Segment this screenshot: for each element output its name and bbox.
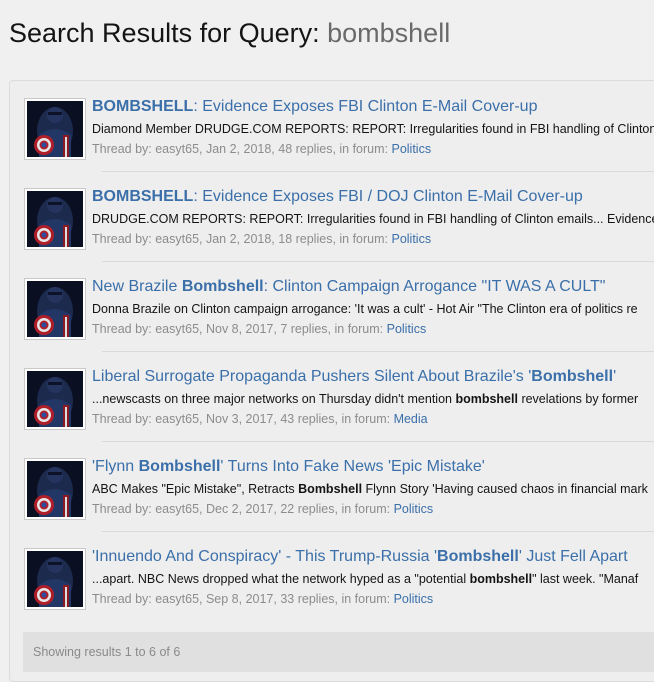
divider: [102, 171, 654, 172]
result-title[interactable]: New Brazile Bombshell: Clinton Campaign …: [92, 277, 605, 297]
result-forum-link[interactable]: Politics: [394, 592, 434, 606]
result-meta-label: Thread by:: [92, 412, 156, 426]
search-query: bombshell: [327, 18, 451, 49]
result-snippet-text: ABC Makes "Epic Mistake", Retracts: [92, 482, 299, 496]
divider: [102, 351, 654, 352]
result-meta: Thread by: easyt65, Dec 2, 2017, 22 repl…: [92, 501, 433, 518]
result-meta-label: Thread by:: [92, 322, 156, 336]
result-meta-details: , Jan 2, 2018, 48 replies, in forum:: [199, 142, 392, 156]
result-title[interactable]: 'Flynn Bombshell' Turns Into Fake News '…: [92, 457, 485, 477]
result-meta-details: , Dec 2, 2017, 22 replies, in forum:: [199, 502, 394, 516]
result-snippet-text: Flynn Story 'Having caused chaos in fina…: [362, 482, 648, 496]
result-author[interactable]: easyt65: [155, 322, 199, 336]
result-title-text[interactable]: : Evidence Exposes FBI / DOJ Clinton E-M…: [193, 188, 582, 205]
result-meta: Thread by: easyt65, Nov 3, 2017, 43 repl…: [92, 411, 428, 428]
results-count-text: Showing results 1 to 6 of 6: [33, 645, 181, 659]
result-meta: Thread by: easyt65, Sep 8, 2017, 33 repl…: [92, 591, 433, 608]
results-footer: Showing results 1 to 6 of 6: [23, 632, 654, 672]
captain-america-avatar-icon: [27, 101, 83, 157]
divider: [102, 261, 654, 262]
result-title-text[interactable]: New Brazile: [92, 278, 182, 295]
result-title-text[interactable]: 'Flynn: [92, 458, 139, 475]
search-result: 'Innuendo And Conspiracy' - This Trump-R…: [22, 531, 654, 621]
result-snippet: ...newscasts on three major networks on …: [92, 391, 638, 408]
search-result: 'Flynn Bombshell' Turns Into Fake News '…: [22, 441, 654, 531]
result-author[interactable]: easyt65: [155, 592, 199, 606]
result-snippet: DRUDGE.COM REPORTS: REPORT: Irregulariti…: [92, 211, 654, 228]
avatar[interactable]: [24, 548, 86, 610]
result-snippet-text: " last week. "Manaf: [532, 572, 639, 586]
result-meta: Thread by: easyt65, Jan 2, 2018, 18 repl…: [92, 231, 431, 248]
result-title-match[interactable]: Bombshell: [182, 278, 264, 295]
result-title-text[interactable]: : Clinton Campaign Arrogance "IT WAS A C…: [264, 278, 606, 295]
captain-america-avatar-icon: [27, 461, 83, 517]
result-snippet: Diamond Member DRUDGE.COM REPORTS: REPOR…: [92, 121, 654, 138]
avatar[interactable]: [24, 98, 86, 160]
result-forum-link[interactable]: Politics: [394, 502, 434, 516]
result-meta-label: Thread by:: [92, 592, 156, 606]
result-meta-details: , Nov 3, 2017, 43 replies, in forum:: [199, 412, 394, 426]
captain-america-avatar-icon: [27, 371, 83, 427]
result-title-match[interactable]: BOMBSHELL: [92, 98, 193, 115]
result-title-match[interactable]: Bombshell: [437, 548, 519, 565]
result-title-match[interactable]: BOMBSHELL: [92, 188, 193, 205]
search-result: New Brazile Bombshell: Clinton Campaign …: [22, 261, 654, 351]
result-meta-details: , Nov 8, 2017, 7 replies, in forum:: [199, 322, 387, 336]
result-title[interactable]: BOMBSHELL: Evidence Exposes FBI / DOJ Cl…: [92, 187, 583, 207]
avatar[interactable]: [24, 458, 86, 520]
result-snippet-match: bombshell: [469, 572, 533, 586]
search-result: Liberal Surrogate Propaganda Pushers Sil…: [22, 351, 654, 441]
result-forum-link[interactable]: Politics: [387, 322, 427, 336]
result-author[interactable]: easyt65: [155, 232, 199, 246]
result-snippet-text: revelations by former: [517, 392, 639, 406]
result-snippet: ABC Makes "Epic Mistake", Retracts Bombs…: [92, 481, 648, 498]
search-result: BOMBSHELL: Evidence Exposes FBI / DOJ Cl…: [22, 171, 654, 261]
captain-america-avatar-icon: [27, 281, 83, 337]
result-meta: Thread by: easyt65, Jan 2, 2018, 48 repl…: [92, 141, 431, 158]
result-title-text[interactable]: ' Turns Into Fake News 'Epic Mistake': [220, 458, 484, 475]
result-meta-label: Thread by:: [92, 502, 156, 516]
result-title-text[interactable]: ': [613, 368, 616, 385]
result-snippet-text: ...newscasts on three major networks on …: [92, 392, 456, 406]
result-meta-label: Thread by:: [92, 232, 156, 246]
result-meta-label: Thread by:: [92, 142, 156, 156]
result-title[interactable]: Liberal Surrogate Propaganda Pushers Sil…: [92, 367, 616, 387]
result-title-text[interactable]: : Evidence Exposes FBI Clinton E-Mail Co…: [193, 98, 537, 115]
result-snippet: Donna Brazile on Clinton campaign arroga…: [92, 301, 638, 318]
result-title-text[interactable]: 'Innuendo And Conspiracy' - This Trump-R…: [92, 548, 437, 565]
result-snippet-match: bombshell: [455, 392, 518, 406]
page-title: Search Results for Query: bombshell: [9, 16, 450, 50]
result-title-text[interactable]: ' Just Fell Apart: [519, 548, 628, 565]
result-meta-details: , Jan 2, 2018, 18 replies, in forum:: [199, 232, 392, 246]
divider: [102, 531, 654, 532]
avatar[interactable]: [24, 278, 86, 340]
result-title-match[interactable]: Bombshell: [139, 458, 221, 475]
result-title-text[interactable]: Liberal Surrogate Propaganda Pushers Sil…: [92, 368, 531, 385]
result-snippet-text: Donna Brazile on Clinton campaign arroga…: [92, 302, 638, 316]
result-snippet-text: ...apart. NBC News dropped what the netw…: [92, 572, 470, 586]
page-title-prefix: Search Results for Query:: [9, 18, 328, 49]
result-title[interactable]: BOMBSHELL: Evidence Exposes FBI Clinton …: [92, 97, 537, 117]
result-author[interactable]: easyt65: [155, 142, 199, 156]
result-forum-link[interactable]: Media: [394, 412, 428, 426]
search-result: BOMBSHELL: Evidence Exposes FBI Clinton …: [22, 81, 654, 171]
result-title-match[interactable]: Bombshell: [531, 368, 613, 385]
result-snippet-text: DRUDGE.COM REPORTS: REPORT: Irregulariti…: [92, 212, 654, 226]
result-snippet-text: Diamond Member DRUDGE.COM REPORTS: REPOR…: [92, 122, 654, 136]
result-forum-link[interactable]: Politics: [391, 142, 431, 156]
captain-america-avatar-icon: [27, 191, 83, 247]
result-title[interactable]: 'Innuendo And Conspiracy' - This Trump-R…: [92, 547, 628, 567]
result-snippet: ...apart. NBC News dropped what the netw…: [92, 571, 638, 588]
divider: [102, 441, 654, 442]
results-panel: BOMBSHELL: Evidence Exposes FBI Clinton …: [9, 80, 654, 682]
result-forum-link[interactable]: Politics: [391, 232, 431, 246]
result-author[interactable]: easyt65: [155, 412, 199, 426]
result-snippet-match: Bombshell: [298, 482, 363, 496]
captain-america-avatar-icon: [27, 551, 83, 607]
result-meta: Thread by: easyt65, Nov 8, 2017, 7 repli…: [92, 321, 426, 338]
avatar[interactable]: [24, 188, 86, 250]
result-meta-details: , Sep 8, 2017, 33 replies, in forum:: [199, 592, 394, 606]
avatar[interactable]: [24, 368, 86, 430]
result-author[interactable]: easyt65: [155, 502, 199, 516]
